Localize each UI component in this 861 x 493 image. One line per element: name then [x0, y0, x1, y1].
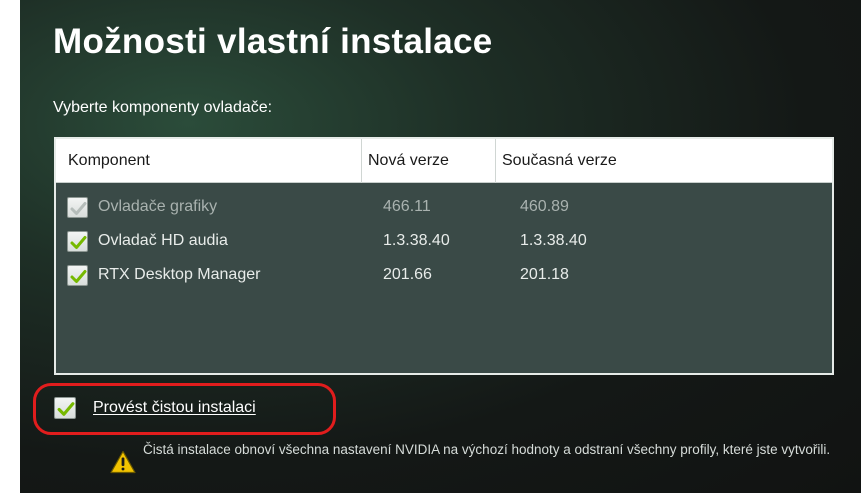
- components-table: Komponent Nová verze Současná verze Ovla…: [54, 137, 834, 375]
- checkmark-icon: [70, 270, 87, 283]
- table-row[interactable]: Ovladač HD audia 1.3.38.40 1.3.38.40: [56, 225, 832, 259]
- component-checkbox[interactable]: [67, 231, 88, 252]
- component-checkbox[interactable]: [67, 197, 88, 218]
- column-header-new-version[interactable]: Nová verze: [368, 152, 449, 170]
- current-version: 201.18: [520, 266, 569, 283]
- checkmark-icon: [57, 402, 75, 416]
- warning-text: Čistá instalace obnoví všechna nastavení…: [143, 442, 831, 457]
- new-version: 466.11: [383, 198, 431, 215]
- components-subtitle: Vyberte komponenty ovladače:: [53, 99, 273, 116]
- current-version: 1.3.38.40: [520, 232, 587, 249]
- column-header-component[interactable]: Komponent: [68, 152, 150, 170]
- new-version: 1.3.38.40: [383, 232, 450, 249]
- checkmark-icon: [70, 202, 87, 215]
- table-header: Komponent Nová verze Současná verze: [56, 139, 832, 183]
- column-separator: [495, 139, 496, 183]
- clean-install-label[interactable]: Provést čistou instalaci: [93, 399, 256, 417]
- component-name: Ovladač HD audia: [98, 232, 228, 249]
- warning-triangle-icon: [110, 450, 136, 479]
- checkmark-icon: [70, 236, 87, 249]
- new-version: 201.66: [383, 266, 432, 283]
- page-title: Možnosti vlastní instalace: [53, 22, 493, 61]
- component-checkbox[interactable]: [67, 265, 88, 286]
- component-name: Ovladače grafiky: [98, 198, 218, 215]
- column-separator: [361, 139, 362, 183]
- component-name: RTX Desktop Manager: [98, 266, 261, 283]
- table-row[interactable]: RTX Desktop Manager 201.66 201.18: [56, 259, 832, 293]
- table-row[interactable]: Ovladače grafiky 466.11 460.89: [56, 191, 832, 225]
- clean-install-checkbox[interactable]: [54, 397, 76, 419]
- current-version: 460.89: [520, 198, 569, 215]
- column-header-current-version[interactable]: Současná verze: [502, 152, 617, 170]
